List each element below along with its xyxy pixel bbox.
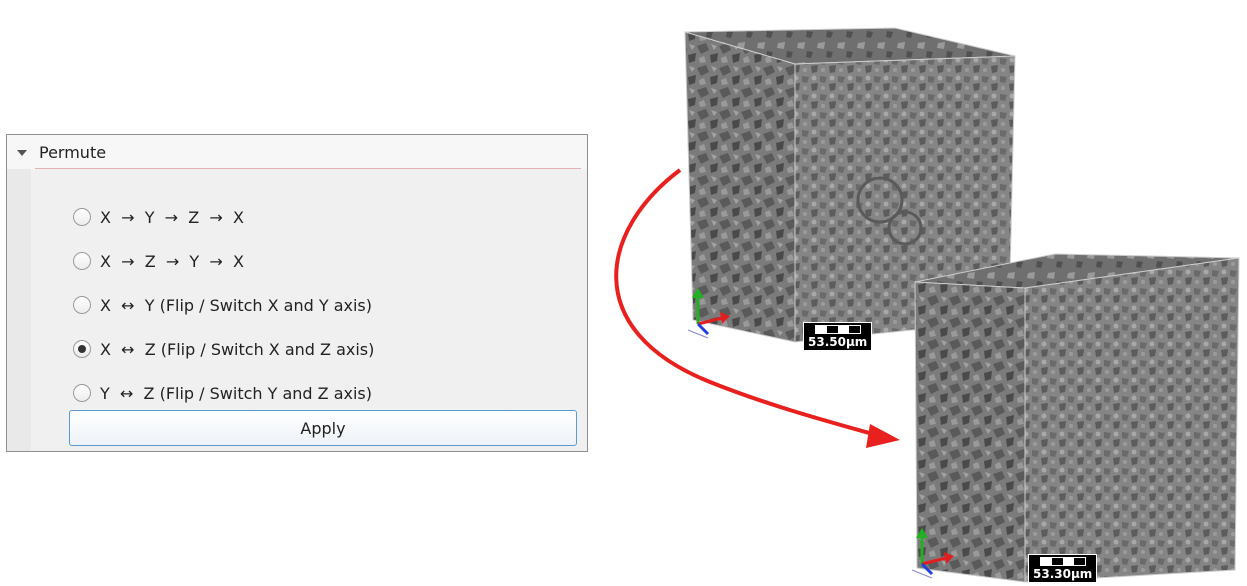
scale-bar-icon [1039,557,1086,566]
option-label: X ↔ Z (Flip / Switch X and Z axis) [100,339,375,359]
scale-bar-after: 53.30µm [1028,554,1098,583]
option-xzyx[interactable]: X → Z → Y → X [73,239,374,283]
radio-icon[interactable] [73,340,91,358]
collapse-arrow-icon[interactable] [17,150,27,156]
panel-title: Permute [39,142,107,162]
option-flip-xy[interactable]: X ↔ Y (Flip / Switch X and Y axis) [73,283,374,327]
permute-panel: Permute X → Y → Z → X X → Z → Y → X X ↔ … [6,134,588,452]
radio-icon[interactable] [73,208,91,226]
option-flip-yz[interactable]: Y ↔ Z (Flip / Switch Y and Z axis) [73,371,374,415]
option-label: X → Z → Y → X [100,251,244,271]
option-flip-xz[interactable]: X ↔ Z (Flip / Switch X and Z axis) [73,327,374,371]
header-divider [35,168,581,169]
curved-arrow-icon [614,168,900,448]
apply-button[interactable]: Apply [69,410,577,446]
axis-triad-icon [911,528,954,579]
option-label: Y ↔ Z (Flip / Switch Y and Z axis) [100,383,372,403]
scale-bar-label: 53.30µm [1033,567,1093,581]
option-label: X ↔ Y (Flip / Switch X and Y axis) [100,295,372,315]
option-xyzx[interactable]: X → Y → Z → X [73,195,374,239]
option-label: X → Y → Z → X [100,207,244,227]
permute-panel-header[interactable]: Permute [7,135,587,169]
radio-icon[interactable] [73,296,91,314]
permute-options: X → Y → Z → X X → Z → Y → X X ↔ Y (Flip … [73,195,374,415]
panel-indent-strip [7,169,31,451]
volume-after [914,253,1240,583]
radio-icon[interactable] [73,384,91,402]
radio-icon[interactable] [73,252,91,270]
